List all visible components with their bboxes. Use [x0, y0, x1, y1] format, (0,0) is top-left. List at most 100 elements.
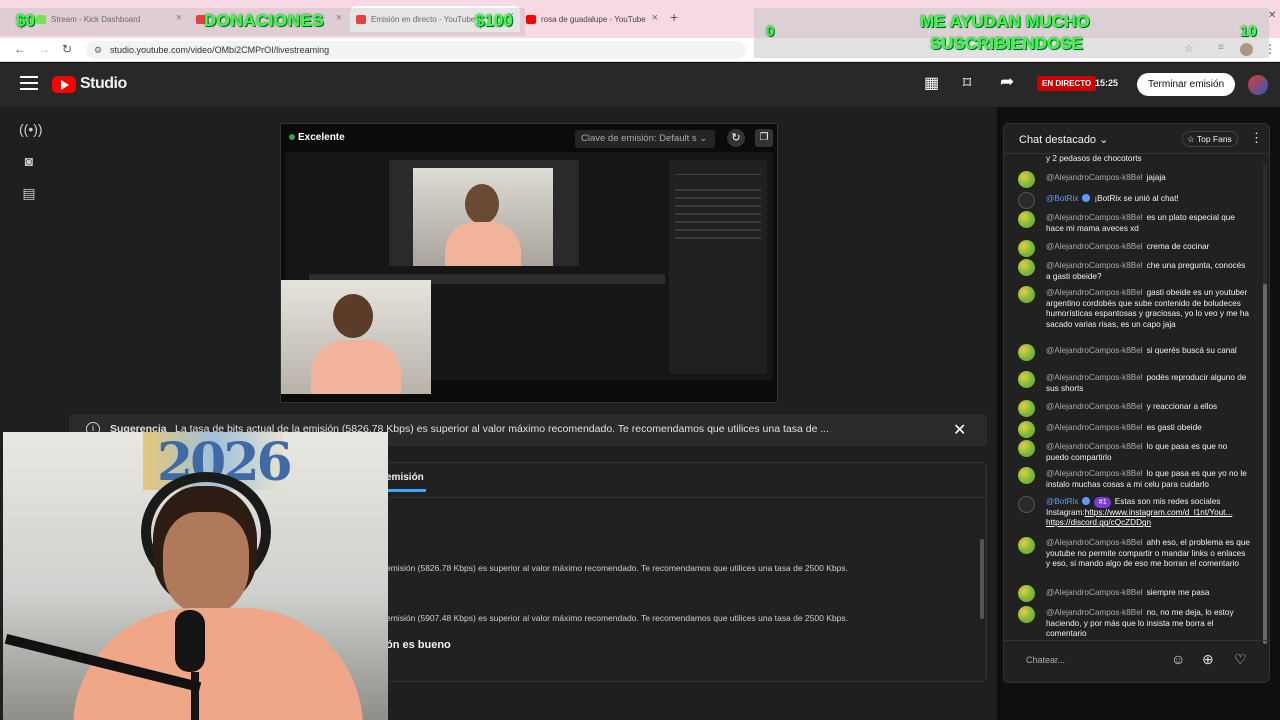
camera-icon[interactable]: ◙: [19, 153, 39, 173]
chat-message[interactable]: @AlejandroCampos-k8Bel si querés buscá su…: [1046, 346, 1251, 357]
chat-message[interactable]: @AlejandroCampos-k8Bel jajaja: [1046, 173, 1251, 184]
close-icon[interactable]: ✕: [953, 420, 966, 440]
avatar[interactable]: [1018, 467, 1035, 484]
avatar[interactable]: [1018, 440, 1035, 457]
stream-key-select[interactable]: Clave de emisión: Default s ⌄: [575, 130, 715, 148]
donation-goal-amount: $100: [475, 11, 513, 30]
chat-header: Chat destacado ⌄ ☆ Top Fans ⋮: [1004, 124, 1269, 154]
chat-message[interactable]: @AlejandroCampos-k8Bel ahh eso, el proble…: [1046, 538, 1251, 570]
avatar[interactable]: [1018, 192, 1035, 209]
avatar[interactable]: [1018, 211, 1035, 228]
broadcast-icon[interactable]: ((•)): [19, 121, 43, 141]
avatar[interactable]: [1018, 585, 1035, 602]
chat-input[interactable]: Chatear...: [1026, 655, 1065, 665]
avatar[interactable]: [1018, 371, 1035, 388]
chat-message[interactable]: @AlejandroCampos-k8Bel es gasti obeide: [1046, 423, 1251, 434]
copy-icon[interactable]: ❐: [755, 129, 773, 147]
avatar[interactable]: [1018, 171, 1035, 188]
scrollbar[interactable]: [980, 539, 984, 619]
site-info-icon[interactable]: ⚙: [94, 41, 102, 59]
chat-message[interactable]: @BotRix #1 Estas son mis redes sociales In…: [1046, 497, 1251, 529]
microphone: [175, 610, 205, 672]
avatar[interactable]: [1018, 606, 1035, 623]
tab-rosa-de-guadalupe[interactable]: rosa de guadalupe - YouTube ×: [520, 8, 664, 30]
live-timer: 15:25: [1095, 78, 1119, 88]
studio-brand: Studio: [80, 75, 127, 92]
nested-video: [389, 160, 579, 266]
chat-message[interactable]: @BotRix ¡BotRix se unió al chat!: [1046, 194, 1251, 205]
forward-arrow-icon[interactable]: →: [38, 42, 50, 56]
heart-icon[interactable]: ♡: [1234, 651, 1247, 668]
subs-line-2: SUSCRIBIENDOSE: [930, 34, 1084, 53]
share-icon[interactable]: ➦: [1000, 72, 1014, 92]
stream-preview[interactable]: Excelente Clave de emisión: Default s ⌄ …: [280, 123, 778, 403]
live-badge: EN DIRECTO: [1037, 76, 1097, 91]
preview-webcam: [281, 280, 431, 394]
more-options-icon[interactable]: ⋮: [1250, 130, 1263, 146]
chat-message[interactable]: @AlejandroCampos-k8Bel che una pregunta, …: [1046, 261, 1251, 282]
avatar[interactable]: [1018, 496, 1035, 513]
donations-overlay: $0 DONACIONES $100: [0, 8, 525, 36]
emoji-icon[interactable]: ☺: [1171, 651, 1185, 667]
chat-message[interactable]: @AlejandroCampos-k8Bel lo que pasa es que…: [1046, 442, 1251, 463]
avatar[interactable]: [1018, 537, 1035, 554]
mic-stand: [191, 672, 199, 720]
calendar-icon[interactable]: ▤: [19, 185, 39, 205]
chat-message[interactable]: @AlejandroCampos-k8Bel es un plato especi…: [1046, 213, 1251, 234]
discord-link[interactable]: https://discord.gg/cQcZDDgn: [1046, 518, 1151, 527]
avatar[interactable]: [1018, 259, 1035, 276]
donations-title: DONACIONES: [204, 11, 325, 30]
chat-message[interactable]: @AlejandroCampos-k8Bel siempre me pasa: [1046, 588, 1251, 599]
tab-indicator: [386, 489, 426, 492]
chat-message[interactable]: @AlejandroCampos-k8Bel y reaccionar a ell…: [1046, 402, 1251, 413]
reload-icon[interactable]: ↻: [62, 42, 72, 56]
health-message: emisión (5826.78 Kbps) es superior al va…: [386, 563, 848, 573]
hamburger-menu-icon[interactable]: [20, 76, 38, 90]
chat-mode-select[interactable]: Chat destacado ⌄: [1019, 133, 1108, 146]
chat-message[interactable]: @AlejandroCampos-k8Bel podés reproducir a…: [1046, 373, 1251, 394]
calendar-icon[interactable]: ▦: [924, 73, 939, 93]
chevron-down-icon: ⌄: [696, 133, 708, 144]
tab-emision[interactable]: emisión: [386, 472, 424, 483]
url-text: studio.youtube.com/video/OMbi2CMPrOI/liv…: [110, 45, 330, 55]
chat-input-bar: Chatear... ☺ ⊕ ♡: [1016, 648, 1258, 676]
avatar[interactable]: [1018, 400, 1035, 417]
instagram-link[interactable]: https://www.instagram.com/d_l1nt/Yout...: [1085, 508, 1233, 517]
rank-badge: #1: [1094, 497, 1111, 508]
youtube-logo-icon[interactable]: [52, 76, 76, 93]
avatar[interactable]: [1018, 421, 1035, 438]
moderator-badge-icon: [1082, 497, 1091, 505]
chat-message-fragment: y 2 pedasos de chocotorts: [1046, 154, 1142, 163]
tab-label: rosa de guadalupe - YouTube: [541, 14, 646, 24]
webcam-overlay: 2026: [3, 432, 388, 720]
close-icon[interactable]: ×: [652, 12, 658, 24]
new-tab-button[interactable]: +: [670, 9, 678, 25]
quality-indicator: Excelente: [289, 132, 345, 143]
subs-start-count: 0: [766, 23, 775, 40]
chat-scrollbar[interactable]: [1263, 164, 1267, 644]
avatar[interactable]: [1018, 286, 1035, 303]
bookmark-icon[interactable]: ⌑: [963, 73, 971, 93]
window-close-icon[interactable]: ✕: [1268, 10, 1276, 21]
chat-message[interactable]: @AlejandroCampos-k8Bel no, no me deja, lo…: [1046, 608, 1251, 640]
add-icon[interactable]: ⊕: [1202, 651, 1214, 668]
studio-header: Studio ▦ ⌑ ➦ EN DIRECTO 15:25 Terminar e…: [0, 63, 1280, 107]
chevron-down-icon: ⌄: [1096, 134, 1109, 146]
avatar[interactable]: [1018, 344, 1035, 361]
status-dot-icon: [289, 134, 295, 140]
top-fans-button[interactable]: ☆ Top Fans: [1182, 131, 1238, 147]
end-stream-button[interactable]: Terminar emisión: [1137, 73, 1236, 96]
health-status: ón es bueno: [386, 639, 451, 651]
subscribe-goal-overlay: 0 ME AYUDAN MUCHO SUSCRIBIENDOSE 10: [754, 8, 1269, 58]
channel-avatar[interactable]: [1248, 75, 1268, 95]
url-field[interactable]: ⚙ studio.youtube.com/video/OMbi2CMPrOI/l…: [86, 41, 746, 59]
refresh-icon[interactable]: ↻: [727, 129, 745, 147]
subs-goal-count: 10: [1240, 23, 1257, 40]
chat-message[interactable]: @AlejandroCampos-k8Bel crema de cocinar: [1046, 242, 1251, 253]
avatar[interactable]: [1018, 240, 1035, 257]
back-arrow-icon[interactable]: ←: [14, 42, 26, 56]
chat-message[interactable]: @AlejandroCampos-k8Bel gasti obeide es un…: [1046, 288, 1251, 330]
chat-message[interactable]: @AlejandroCampos-k8Bel lo que pasa es que…: [1046, 469, 1251, 490]
moderator-badge-icon: [1082, 194, 1091, 202]
star-icon: ☆: [1187, 134, 1195, 144]
